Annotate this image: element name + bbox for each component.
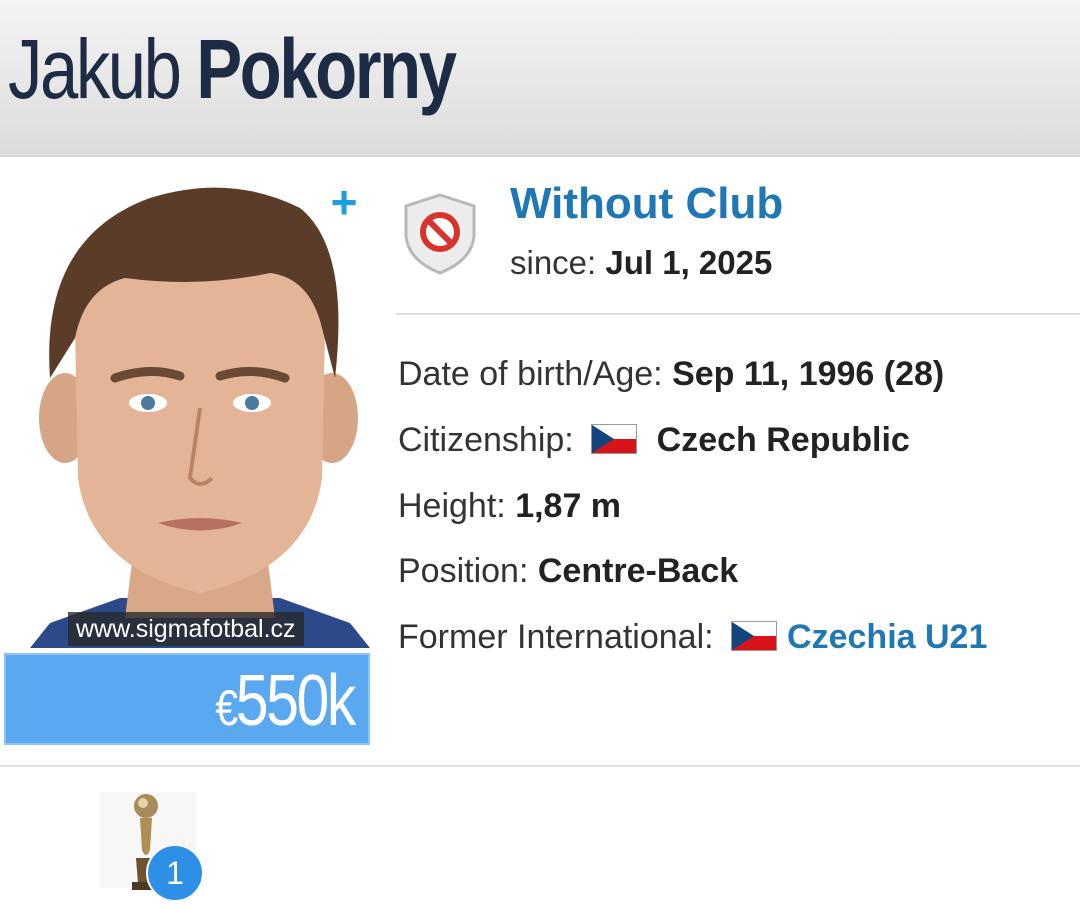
citizenship-value: Czech Republic — [656, 421, 910, 459]
since-date: Jul 1, 2025 — [605, 244, 773, 281]
no-club-shield-icon[interactable] — [402, 192, 478, 276]
divider — [0, 765, 1080, 767]
czech-flag-icon — [731, 621, 778, 651]
position-label: Position: — [398, 552, 529, 590]
trophy-count-badge: 1 — [146, 844, 204, 902]
market-value-currency: € — [215, 680, 238, 736]
czech-flag-icon — [591, 424, 638, 454]
info-row-height: Height: 1,87 m — [398, 484, 621, 528]
citizenship-label: Citizenship: — [398, 421, 574, 459]
position-value: Centre-Back — [537, 552, 739, 590]
since-label: since: — [510, 244, 597, 281]
profile-header: Jakub Pokorny — [0, 0, 1080, 157]
market-value: €550k — [215, 661, 357, 748]
former-international-link[interactable]: Czechia U21 — [787, 618, 987, 656]
plus-icon[interactable]: + — [324, 176, 364, 228]
info-row-former-international: Former International: Czechia U21 — [398, 615, 987, 659]
player-first-name: Jakub — [8, 22, 182, 116]
dob-value: Sep 11, 1996 (28) — [672, 355, 945, 393]
info-row-dob: Date of birth/Age: Sep 11, 1996 (28) — [398, 352, 944, 396]
player-name: Jakub Pokorny — [8, 14, 457, 124]
height-label: Height: — [398, 487, 506, 525]
height-value: 1,87 m — [515, 487, 622, 525]
photo-credit: www.sigmafotbal.cz — [68, 612, 304, 646]
former-international-label: Former International: — [398, 618, 714, 656]
club-name-link[interactable]: Without Club — [510, 176, 783, 232]
player-photo — [30, 178, 370, 648]
player-last-name: Pokorny — [196, 22, 457, 116]
dob-label: Date of birth/Age: — [398, 355, 663, 393]
club-since: since: Jul 1, 2025 — [510, 240, 772, 286]
info-row-position: Position: Centre-Back — [398, 549, 738, 593]
market-value-box[interactable]: €550k — [4, 653, 370, 745]
info-row-citizenship: Citizenship: Czech Republic — [398, 418, 910, 462]
market-value-amount: 550k — [235, 661, 357, 741]
divider — [396, 313, 1080, 315]
